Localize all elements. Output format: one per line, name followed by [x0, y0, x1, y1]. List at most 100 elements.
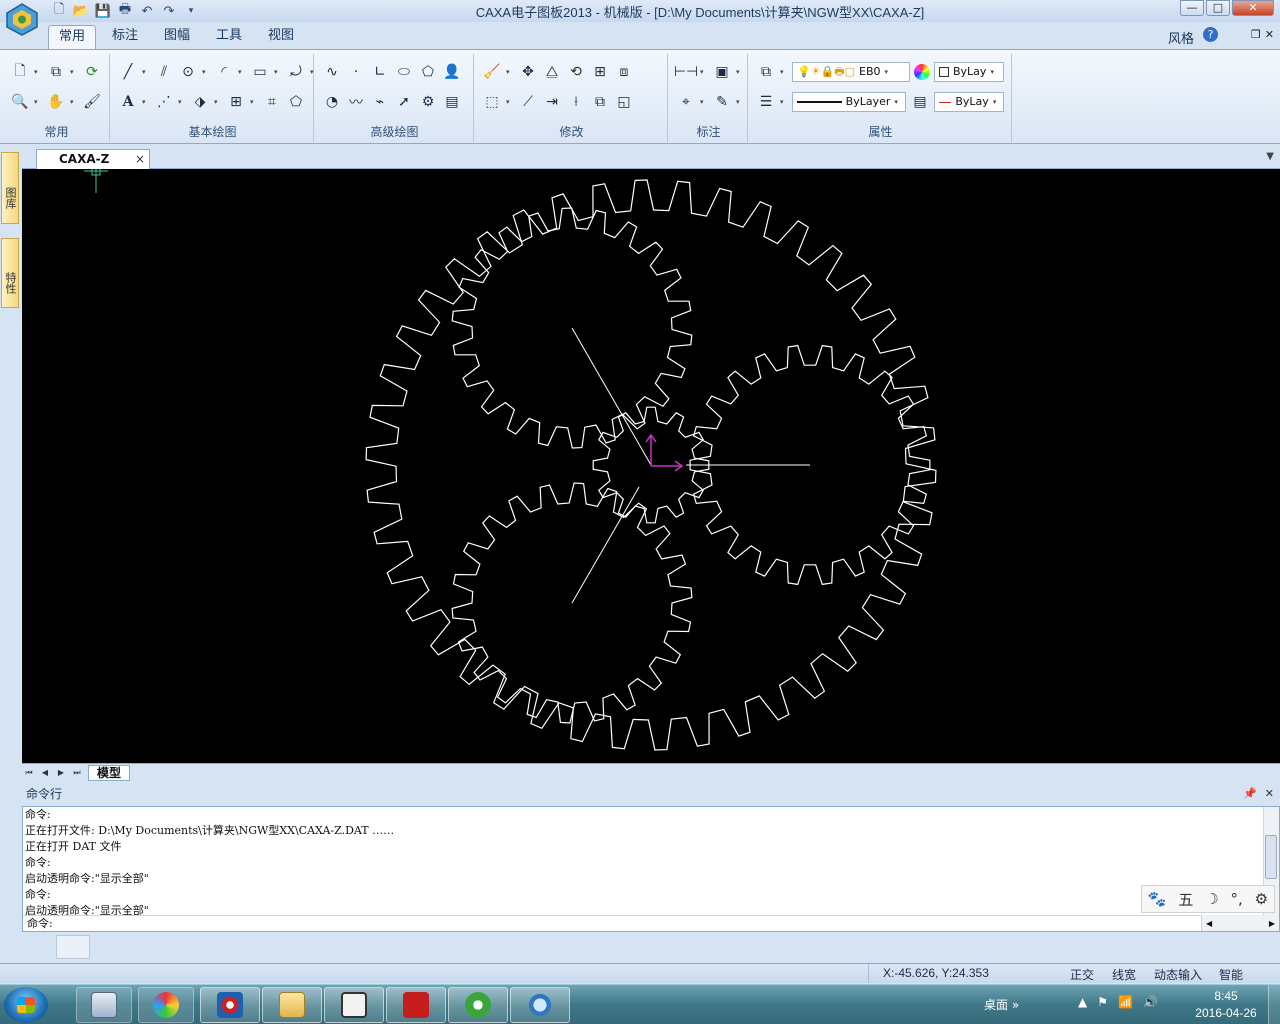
dynamic-input-toggle[interactable]: 动态输入	[1154, 966, 1202, 983]
user-icon[interactable]: 👤	[442, 62, 462, 82]
smart-snap-dropdown[interactable]: 智能	[1219, 966, 1243, 983]
tab-common[interactable]: 常用	[48, 25, 97, 49]
edit-annotation-icon[interactable]: ✎	[712, 92, 732, 112]
circle-icon[interactable]: ⊙	[178, 62, 198, 82]
clock[interactable]: 8:45 2016-04-26	[1186, 988, 1266, 1022]
taskbar-window[interactable]	[324, 987, 384, 1023]
doc-close-icon[interactable]: ✕	[1265, 28, 1274, 41]
parallel-line-icon[interactable]: ⫽	[154, 62, 174, 82]
volume-icon[interactable]: 🔊	[1143, 995, 1158, 1009]
side-tab-library[interactable]: 图库	[1, 152, 19, 224]
region-icon[interactable]: ⬠	[286, 92, 306, 112]
linewidth-dropdown[interactable]: ByLay ▾	[934, 92, 1004, 112]
extend-icon[interactable]: ⇥	[542, 92, 562, 112]
ime-punctuation-icon[interactable]: °,	[1231, 890, 1243, 908]
tab-list-chevron-icon[interactable]: ▼	[1266, 151, 1274, 162]
ime-mode-button[interactable]: 五	[1178, 889, 1193, 910]
hatch-icon[interactable]: ⬗	[190, 92, 210, 112]
gear-icon[interactable]: ⚙	[418, 92, 438, 112]
linetype-dropdown[interactable]: ByLayer ▾	[792, 92, 906, 112]
layer-manager-icon[interactable]: ⧉	[756, 62, 776, 82]
scrollbar-thumb[interactable]	[1265, 835, 1277, 879]
taskbar-explorer[interactable]	[262, 987, 322, 1023]
ime-logo-icon[interactable]: 🐾	[1148, 890, 1167, 908]
ortho-toggle[interactable]: 正交	[1070, 966, 1094, 983]
drawing-canvas[interactable]	[22, 169, 1280, 763]
polygon-icon[interactable]: ⬠	[418, 62, 438, 82]
command-hscrollbar[interactable]: ◀ ▶	[1201, 915, 1279, 931]
document-tab-close-icon[interactable]: ×	[135, 150, 145, 168]
select-icon[interactable]: ⬚	[482, 92, 502, 112]
prev-tab-icon[interactable]: ◀	[40, 768, 50, 777]
hole-icon[interactable]: ▤	[442, 92, 462, 112]
pie-icon[interactable]: ◔	[322, 92, 342, 112]
close-panel-icon[interactable]: ✕	[1265, 784, 1274, 804]
tab-tools[interactable]: 工具	[206, 25, 252, 49]
show-desktop-button[interactable]	[1268, 985, 1280, 1024]
pin-icon[interactable]: 📌	[1243, 784, 1257, 804]
line-weight-icon[interactable]: ☰	[756, 92, 776, 112]
linewidth-toggle[interactable]: 线宽	[1112, 966, 1136, 983]
desktop-toolbar[interactable]: 桌面 »	[984, 996, 1019, 1013]
arc-icon[interactable]: ◜	[214, 62, 234, 82]
point-icon[interactable]: ·	[346, 62, 366, 82]
move-icon[interactable]: ✥	[518, 62, 538, 82]
command-input-row[interactable]: 命令: ◀ ▶	[23, 915, 1279, 931]
layer-dropdown[interactable]: 💡☀🔒🖶▢ EB0 ▾	[792, 62, 910, 82]
line-icon[interactable]: ╱	[118, 62, 138, 82]
spline-icon[interactable]: ∿	[322, 62, 342, 82]
tray-expand-icon[interactable]: ▲	[1078, 995, 1087, 1009]
scroll-right-icon[interactable]: ▶	[1269, 916, 1275, 931]
first-tab-icon[interactable]: ⏮	[24, 768, 34, 778]
arrow-icon[interactable]: ➚	[394, 92, 414, 112]
taskbar-paint[interactable]	[138, 987, 194, 1023]
model-tab[interactable]: 模型	[88, 764, 131, 781]
fillet-icon[interactable]: ◱	[614, 92, 634, 112]
angle-line-icon[interactable]: ∟	[370, 62, 390, 82]
start-button[interactable]	[4, 987, 48, 1023]
minimize-button[interactable]: —	[1180, 0, 1204, 16]
rotate-icon[interactable]: ⟲	[566, 62, 586, 82]
tolerance-icon[interactable]: ⌖	[676, 92, 696, 112]
maximize-button[interactable]: □	[1206, 0, 1230, 16]
close-button[interactable]: ✕	[1232, 0, 1274, 16]
break-line-icon[interactable]: ⌁	[370, 92, 390, 112]
text-annotation-icon[interactable]: ▣	[712, 62, 732, 82]
taskbar-acrobat[interactable]	[386, 987, 446, 1023]
array-icon[interactable]: ⊞	[590, 62, 610, 82]
rectangle-icon[interactable]: ▭	[250, 62, 270, 82]
block-icon[interactable]: ⊞	[226, 92, 246, 112]
side-tab-properties[interactable]: 特性	[1, 238, 19, 308]
erase-icon[interactable]: 🧹	[482, 62, 502, 82]
point-grid-icon[interactable]: ⌗	[262, 92, 282, 112]
ime-moon-icon[interactable]: ☽	[1205, 890, 1218, 908]
document-tab[interactable]: CAXA-Z ×	[36, 149, 150, 169]
scale-icon[interactable]: ⧈	[614, 62, 634, 82]
ime-settings-icon[interactable]: ⚙	[1255, 890, 1268, 908]
taskbar-sync[interactable]	[448, 987, 508, 1023]
match-properties-icon[interactable]: 🖌	[82, 92, 102, 112]
color-dropdown[interactable]: ByLay ▾	[934, 62, 1004, 82]
copy-icon[interactable]: ⧉	[46, 62, 66, 82]
help-icon[interactable]: ?	[1203, 27, 1218, 42]
network-icon[interactable]: 📶	[1118, 995, 1133, 1009]
taskbar-caxa[interactable]	[200, 987, 260, 1023]
linewidth-icon[interactable]: ▤	[910, 92, 930, 112]
style-menu[interactable]: 风格	[1168, 28, 1194, 47]
wave-line-icon[interactable]: 〰	[346, 92, 366, 112]
zoom-icon[interactable]: 🔍	[10, 92, 30, 112]
scroll-left-icon[interactable]: ◀	[1206, 916, 1212, 931]
tab-sheet[interactable]: 图幅	[154, 25, 200, 49]
taskbar-calculator[interactable]	[76, 987, 132, 1023]
action-center-icon[interactable]: ⚑	[1097, 995, 1108, 1009]
ellipse-icon[interactable]: ⬭	[394, 62, 414, 82]
centerline-icon[interactable]: ⋰	[154, 92, 174, 112]
next-tab-icon[interactable]: ▶	[56, 768, 66, 777]
trim-icon[interactable]: ⟋	[518, 92, 538, 112]
last-tab-icon[interactable]: ⏭	[72, 768, 82, 778]
dimension-icon[interactable]: ⊢⊣	[674, 62, 698, 82]
taskbar-search-app[interactable]	[510, 987, 570, 1023]
mirror-icon[interactable]: ⧋	[542, 62, 562, 82]
regen-icon[interactable]: ⟳	[82, 62, 102, 82]
pan-icon[interactable]: ✋	[46, 92, 66, 112]
